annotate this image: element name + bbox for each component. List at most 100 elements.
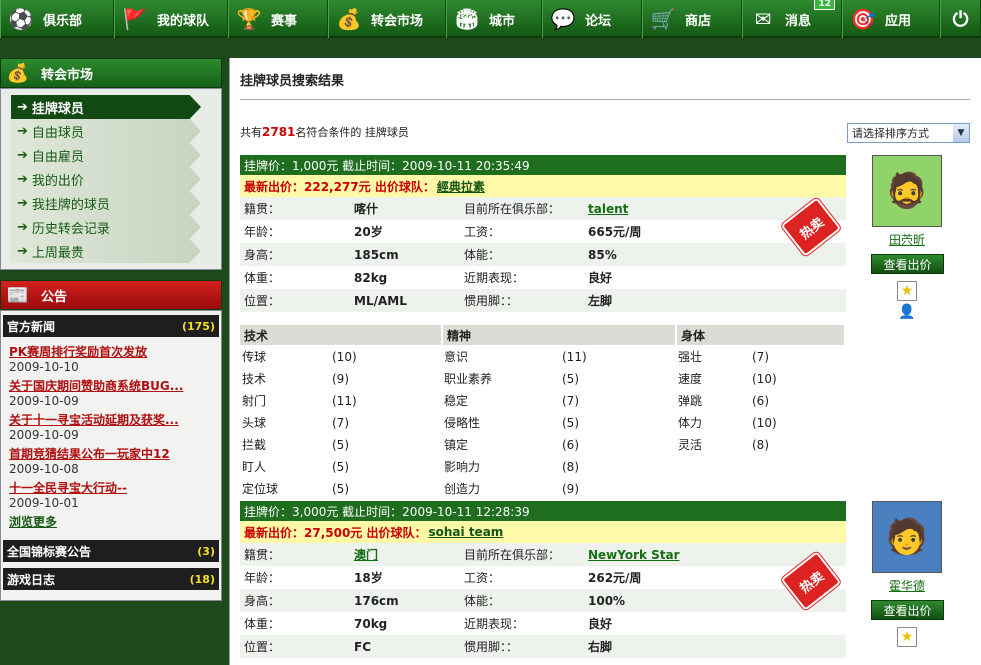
label: 惯用脚：： xyxy=(464,294,519,308)
skill-value: (11) xyxy=(562,349,587,364)
nav-label: 我的球队 xyxy=(157,13,210,29)
sort-select[interactable]: 请选择排序方式 ▼ xyxy=(847,123,970,143)
nav-city[interactable]: 🏟 城市 xyxy=(446,0,542,38)
skill-value: (9) xyxy=(332,371,349,386)
chat-icon: 💬 xyxy=(550,7,576,31)
nav-club[interactable]: ⚽ 俱乐部 xyxy=(0,0,114,38)
skill-cell: 职业素养 (5) xyxy=(442,367,676,389)
skills-row: 拦截 (5) 镇定 (6) 灵活 (8) xyxy=(240,433,845,455)
notice-panel: 官方新闻 (175) PK赛周排行奖励首次发放 2009-10-10 关于国庆期间… xyxy=(0,310,222,601)
browse-more-link[interactable]: 浏览更多 xyxy=(9,513,213,530)
star-icon[interactable]: ★ xyxy=(897,627,917,647)
news-link[interactable]: PK赛周排行奖励首次发放 xyxy=(9,343,213,360)
skill-cell: 影响力 (8) xyxy=(442,455,676,477)
skills-head-technical: 技术 xyxy=(240,325,443,345)
label: 年龄： xyxy=(244,571,281,585)
newspaper-icon: 📰 xyxy=(6,284,30,306)
player-name-link[interactable]: 霍华德 xyxy=(872,577,942,594)
news-link[interactable]: 首期竞猜结果公布一玩家中12 xyxy=(9,445,213,462)
skills-row: 技术 (9) 职业素养 (5) 速度 (10) xyxy=(240,367,845,389)
transfer-menu: ➔ 挂牌球员 ➔ 自由球员 ➔ 自由雇员 ➔ 我的出价 ➔ 我挂牌的球员 ➔ 历史转会记录 … xyxy=(0,88,222,270)
latest-bid-row: 最新出价：27,500元 出价球队： sohai team xyxy=(240,521,846,543)
skill-cell xyxy=(676,455,845,477)
menu-listed-players[interactable]: ➔ 挂牌球员 xyxy=(11,95,201,119)
nav-messages[interactable]: ✉ 消息 12 xyxy=(742,0,842,38)
tournament-count: (3) xyxy=(197,544,215,558)
player-name-link[interactable]: 田茓昕 xyxy=(872,231,942,248)
view-bids-button[interactable]: 查看出价 xyxy=(871,254,944,274)
power-icon: ⏻ xyxy=(952,7,969,31)
star-icon[interactable]: ★ xyxy=(897,281,917,301)
menu-label: 挂牌球员 xyxy=(31,101,84,117)
nav-my-team[interactable]: 🚩 我的球队 xyxy=(114,0,228,38)
value: 18岁 xyxy=(354,571,383,585)
menu-label: 上周最贵 xyxy=(31,245,84,261)
skills-row: 传球 (10) 意识 (11) 强壮 (7) xyxy=(240,345,845,367)
menu-free-players[interactable]: ➔ 自由球员 xyxy=(11,119,201,143)
player-avatar[interactable]: 🧑 xyxy=(872,501,942,573)
player-listing: 挂牌价：3,000元 截止时间：2009-10-11 12:28:39 最新出价… xyxy=(240,501,970,658)
menu-transfer-history[interactable]: ➔ 历史转会记录 xyxy=(11,215,201,239)
skills-row: 头球 (7) 侵略性 (5) 体力 (10) xyxy=(240,411,845,433)
skill-value: (8) xyxy=(562,459,579,474)
menu-last-week-top[interactable]: ➔ 上周最贵 xyxy=(11,239,201,263)
nav-shop[interactable]: 🛒 商店 xyxy=(642,0,742,38)
official-news-bar[interactable]: 官方新闻 (175) xyxy=(3,315,219,337)
sort-select-value: 请选择排序方式 xyxy=(852,127,929,140)
tournament-bar[interactable]: 全国锦标赛公告 (3) xyxy=(3,540,219,562)
label: 位置： xyxy=(244,640,281,654)
hometown-link[interactable]: 澳门 xyxy=(350,543,460,566)
panel-title: 转会市场 xyxy=(41,67,94,83)
view-bids-button[interactable]: 查看出价 xyxy=(871,600,944,620)
news-link[interactable]: 关于十一寻宝活动延期及获奖... xyxy=(9,411,213,428)
value: 喀什 xyxy=(354,202,379,216)
label: 体能： xyxy=(464,594,501,608)
nav-matches[interactable]: 🏆 赛事 xyxy=(228,0,328,38)
bid-team-link[interactable]: 經典拉素 xyxy=(437,178,485,195)
nav-apps[interactable]: 🎯 应用 xyxy=(842,0,940,38)
label: 体重： xyxy=(244,617,281,631)
skill-value: (10) xyxy=(752,415,777,430)
skill-name: 弹跳 xyxy=(678,393,703,408)
person-icon[interactable]: 👤 xyxy=(897,303,917,321)
skill-cell: 传球 (10) xyxy=(240,345,442,367)
news-link[interactable]: 关于国庆期间赞助商系统BUG... xyxy=(9,377,213,394)
nav-label: 城市 xyxy=(489,13,516,29)
panel-title: 公告 xyxy=(41,289,68,305)
skill-cell: 速度 (10) xyxy=(676,367,845,389)
value: ML/AML xyxy=(354,293,407,308)
skill-name: 射门 xyxy=(242,393,267,408)
game-log-count: (18) xyxy=(189,572,215,586)
nav-transfer-market[interactable]: 💰 转会市场 xyxy=(328,0,446,38)
menu-free-staff[interactable]: ➔ 自由雇员 xyxy=(11,143,201,167)
skill-name: 镇定 xyxy=(444,437,469,452)
news-link[interactable]: 十一全民寻宝大行动-- xyxy=(9,479,213,496)
value: 70kg xyxy=(354,616,388,631)
count-suffix: 名符合条件的 挂牌球员 xyxy=(295,126,409,139)
value: 良好 xyxy=(588,617,613,631)
value: 20岁 xyxy=(354,225,383,239)
label: 体重： xyxy=(244,271,281,285)
skill-name: 传球 xyxy=(242,349,267,364)
tournament-label: 全国锦标赛公告 xyxy=(7,544,92,559)
bid-team-link[interactable]: sohai team xyxy=(429,525,504,539)
arrow-icon: ➔ xyxy=(17,123,28,139)
menu-my-bids[interactable]: ➔ 我的出价 xyxy=(11,167,201,191)
skill-cell: 拦截 (5) xyxy=(240,433,442,455)
player-avatar[interactable]: 🧔 xyxy=(872,155,942,227)
game-log-bar[interactable]: 游戏日志 (18) xyxy=(3,568,219,590)
skill-cell: 意识 (11) xyxy=(442,345,676,367)
value: FC xyxy=(354,639,372,654)
value: 82kg xyxy=(354,270,388,285)
nav-forum[interactable]: 💬 论坛 xyxy=(542,0,642,38)
arrow-icon: ➔ xyxy=(17,195,28,211)
bid-text: 最新出价：27,500元 出价球队： xyxy=(244,525,427,540)
skill-name: 灵活 xyxy=(678,437,703,452)
logout-button[interactable]: ⏻ xyxy=(940,0,981,38)
skill-name: 头球 xyxy=(242,415,267,430)
skill-name: 定位球 xyxy=(242,481,279,496)
arrow-icon: ➔ xyxy=(17,147,28,163)
menu-my-listed-players[interactable]: ➔ 我挂牌的球员 xyxy=(11,191,201,215)
skills-row: 盯人 (5) 影响力 (8) xyxy=(240,455,845,477)
skill-cell: 灵活 (8) xyxy=(676,433,845,455)
